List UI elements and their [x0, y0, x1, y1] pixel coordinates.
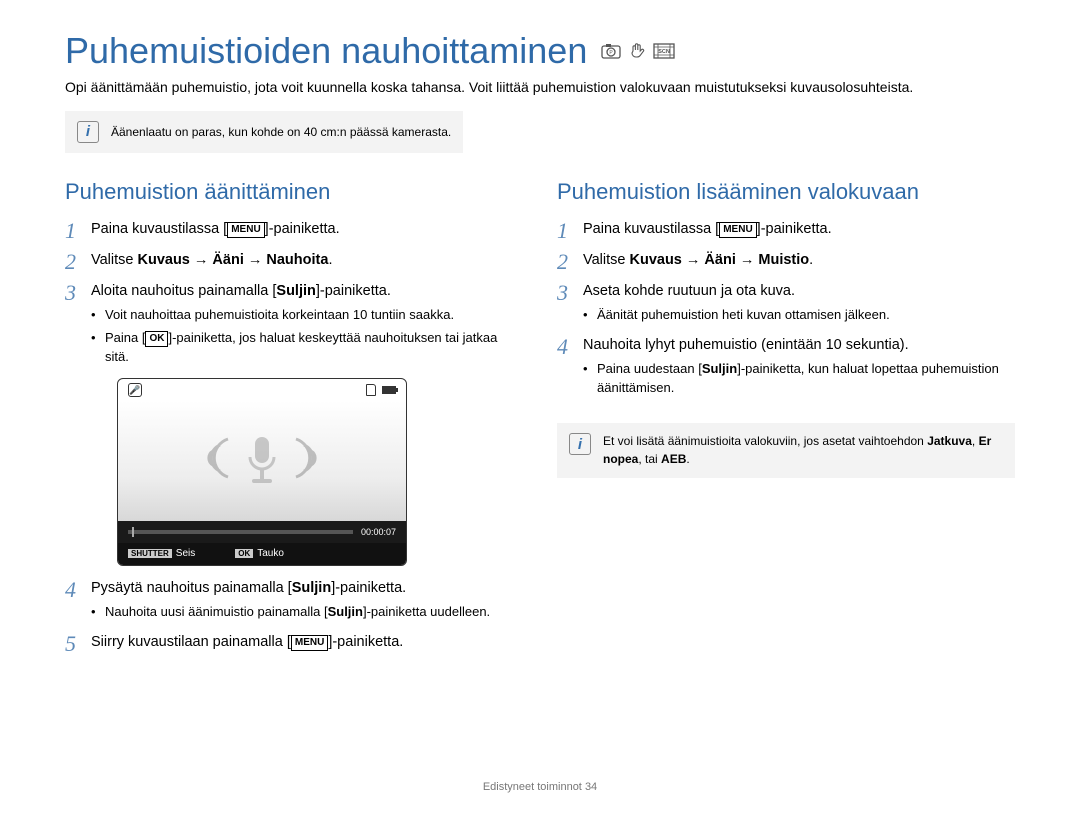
ok-button-icon: OK: [145, 331, 168, 347]
pause-text: Tauko: [257, 548, 284, 559]
text: .: [328, 252, 332, 268]
sd-card-icon: [366, 384, 376, 396]
sound-wave-right-icon: [288, 433, 324, 490]
camera-preview-body: [118, 401, 406, 521]
microphone-large-icon: [242, 433, 282, 489]
stop-text: Seis: [176, 548, 195, 559]
text: Siirry kuvaustilaan painamalla [: [91, 634, 291, 650]
page-title-text: Puhemuistioiden nauhoittaminen: [65, 30, 587, 72]
text: , tai: [638, 452, 661, 466]
sound-wave-left-icon: [200, 433, 236, 490]
title-mode-icons: P SCN: [601, 42, 675, 60]
text: .: [686, 452, 689, 466]
menu-button-icon: MENU: [719, 222, 756, 238]
text: Valitse: [91, 252, 137, 268]
camera-mode-icon: P: [601, 43, 621, 59]
microphone-icon: 🎤: [128, 383, 142, 397]
top-note-box: i Äänenlaatu on paras, kun kohde on 40 c…: [65, 111, 463, 153]
recording-time: 00:00:07: [361, 526, 396, 539]
left-step-1: Paina kuvaustilassa [MENU]-painiketta.: [65, 219, 523, 240]
text: Paina uudestaan [: [597, 361, 702, 376]
text: Aloita nauhoitus painamalla [: [91, 283, 276, 299]
text: ]-painiketta.: [331, 580, 406, 596]
text-bold: Jatkuva: [927, 434, 972, 448]
left-step-3: Aloita nauhoitus painamalla [Suljin]-pai…: [65, 281, 523, 567]
right-step-3: Aseta kohde ruutuun ja ota kuva. Äänität…: [557, 281, 1015, 325]
progress-track: [128, 530, 353, 534]
text: Paina [: [105, 330, 145, 345]
shutter-label: SHUTTER: [128, 549, 172, 558]
top-note-text: Äänenlaatu on paras, kun kohde on 40 cm:…: [111, 125, 451, 139]
text: Nauhoita lyhyt puhemuistio (enintään 10 …: [583, 337, 909, 353]
right-step-3-sub-1: Äänität puhemuistion heti kuvan ottamise…: [583, 306, 1015, 325]
text: ]-painiketta uudelleen.: [363, 604, 490, 619]
intro-text: Opi äänittämään puhemuistio, jota voit k…: [65, 78, 1015, 97]
right-step-4: Nauhoita lyhyt puhemuistio (enintään 10 …: [557, 335, 1015, 398]
right-column: Puhemuistion lisääminen valokuvaan Paina…: [557, 179, 1015, 663]
text: ]-painiketta.: [265, 221, 340, 237]
text: ,: [972, 434, 979, 448]
page-title: Puhemuistioiden nauhoittaminen P SCN: [65, 30, 1015, 72]
text: .: [809, 252, 813, 268]
ok-label: OK: [235, 549, 253, 558]
text-bold: Kuvaus → Ääni → Nauhoita: [137, 252, 328, 268]
left-step-3-sub-2: Paina [OK]-painiketta, jos haluat keskey…: [91, 329, 523, 367]
battery-icon: [382, 386, 396, 394]
pause-control: OK Tauko: [235, 547, 284, 562]
text: ]-painiketta.: [757, 221, 832, 237]
footer-section: Edistyneet toiminnot: [483, 781, 585, 793]
left-step-4-sub-1: Nauhoita uusi äänimuistio painamalla [Su…: [91, 603, 523, 622]
page-number: 34: [585, 781, 597, 793]
text: ]-painiketta.: [316, 283, 391, 299]
left-column: Puhemuistion äänittäminen Paina kuvausti…: [65, 179, 523, 663]
camera-bottom-bar: SHUTTER Seis OK Tauko: [118, 543, 406, 565]
right-note-text: Et voi lisätä äänimuistioita valokuviin,…: [603, 433, 1003, 468]
info-icon: i: [569, 433, 591, 455]
text: Et voi lisätä äänimuistioita valokuviin,…: [603, 434, 927, 448]
left-step-3-sub-1: Voit nauhoittaa puhemuistioita korkeinta…: [91, 306, 523, 325]
text-bold: AEB: [661, 452, 686, 466]
right-step-4-sub-1: Paina uudestaan [Suljin]-painiketta, kun…: [583, 360, 1015, 398]
svg-text:SCN: SCN: [659, 49, 671, 55]
menu-button-icon: MENU: [291, 635, 328, 651]
right-heading: Puhemuistion lisääminen valokuvaan: [557, 179, 1015, 205]
camera-preview: 🎤: [117, 378, 407, 566]
text: Nauhoita uusi äänimuistio painamalla [: [105, 604, 328, 619]
left-step-4: Pysäytä nauhoitus painamalla [Suljin]-pa…: [65, 578, 523, 622]
text: ]-painiketta.: [328, 634, 403, 650]
info-icon: i: [77, 121, 99, 143]
menu-button-icon: MENU: [227, 222, 264, 238]
text: Paina kuvaustilassa [: [91, 221, 227, 237]
text: Paina kuvaustilassa [: [583, 221, 719, 237]
right-step-2: Valitse Kuvaus → Ääni → Muistio.: [557, 250, 1015, 271]
text-bold: Suljin: [292, 580, 331, 596]
text-bold: Suljin: [702, 361, 737, 376]
text: Valitse: [583, 252, 629, 268]
hand-icon: [629, 42, 645, 60]
text: Aseta kohde ruutuun ja ota kuva.: [583, 283, 795, 299]
text-bold: Suljin: [276, 283, 315, 299]
page-footer: Edistyneet toiminnot 34: [0, 781, 1080, 793]
camera-progress-bar: 00:00:07: [118, 521, 406, 543]
text-bold: Kuvaus → Ääni → Muistio: [629, 252, 809, 268]
left-heading: Puhemuistion äänittäminen: [65, 179, 523, 205]
text: Pysäytä nauhoitus painamalla [: [91, 580, 292, 596]
left-step-5: Siirry kuvaustilaan painamalla [MENU]-pa…: [65, 632, 523, 653]
right-note-box: i Et voi lisätä äänimuistioita valokuvii…: [557, 423, 1015, 478]
scene-mode-icon: SCN: [653, 43, 675, 59]
left-step-2: Valitse Kuvaus → Ääni → Nauhoita.: [65, 250, 523, 271]
camera-preview-top-bar: 🎤: [118, 379, 406, 401]
text-bold: Suljin: [328, 604, 363, 619]
stop-control: SHUTTER Seis: [128, 547, 195, 562]
right-step-1: Paina kuvaustilassa [MENU]-painiketta.: [557, 219, 1015, 240]
